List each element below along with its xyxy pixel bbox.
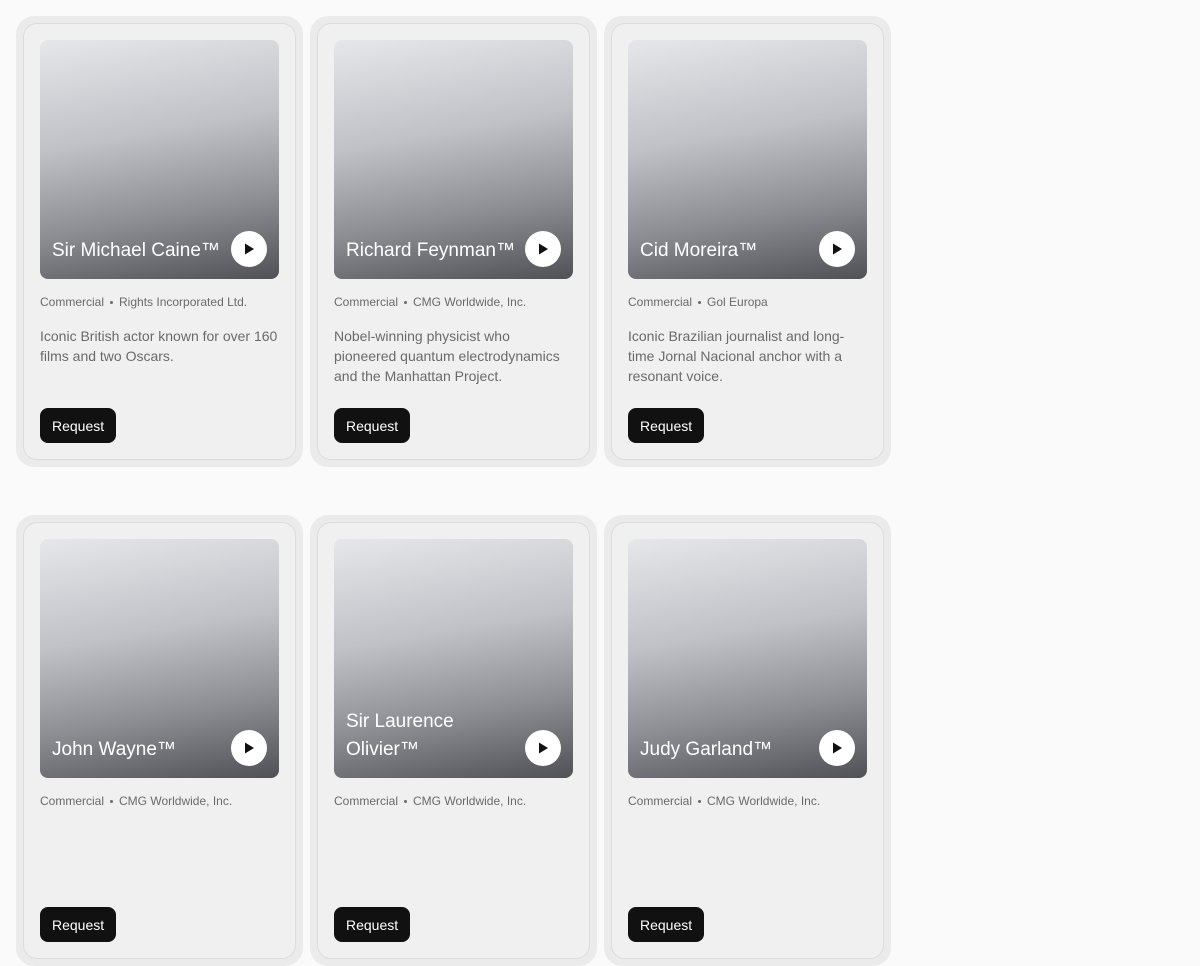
play-button[interactable] <box>525 231 561 267</box>
talent-agency: CMG Worldwide, Inc. <box>119 794 233 808</box>
talent-agency: Rights Incorporated Ltd. <box>119 295 248 309</box>
talent-meta: Commercial CMG Worldwide, Inc. <box>334 295 573 309</box>
request-button[interactable]: Request <box>40 408 117 443</box>
request-button[interactable]: Request <box>334 907 411 942</box>
separator-dot <box>698 300 702 304</box>
talent-meta: Commercial Gol Europa <box>628 295 867 309</box>
talent-description <box>628 825 867 885</box>
talent-name: Sir Laurence Olivier™ <box>346 711 454 760</box>
talent-agency: CMG Worldwide, Inc. <box>707 794 821 808</box>
talent-category: Commercial <box>334 295 399 309</box>
talent-card-inner: Sir Laurence Olivier™ Commercial CMG Wor… <box>317 522 590 959</box>
talent-category: Commercial <box>40 295 105 309</box>
talent-name: Judy Garland™ <box>640 739 773 760</box>
talent-grid: Sir Michael Caine™ Commercial Rights Inc… <box>16 16 891 966</box>
play-button[interactable] <box>231 730 267 766</box>
talent-description: Iconic Brazilian journalist and long-tim… <box>628 328 845 384</box>
talent-agency: CMG Worldwide, Inc. <box>413 295 527 309</box>
play-icon <box>539 742 548 754</box>
talent-meta: Commercial CMG Worldwide, Inc. <box>334 794 573 808</box>
talent-description <box>334 825 573 885</box>
talent-image: Richard Feynman™ <box>334 40 573 279</box>
talent-image: Sir Laurence Olivier™ <box>334 539 573 778</box>
talent-card: Sir Laurence Olivier™ Commercial CMG Wor… <box>310 515 597 966</box>
talent-image: Cid Moreira™ <box>628 40 867 279</box>
talent-category: Commercial <box>40 794 105 808</box>
talent-meta: Commercial CMG Worldwide, Inc. <box>628 794 867 808</box>
talent-category: Commercial <box>628 295 693 309</box>
talent-name: Richard Feynman™ <box>346 240 515 261</box>
talent-meta: Commercial CMG Worldwide, Inc. <box>40 794 279 808</box>
talent-card-inner: Cid Moreira™ Commercial Gol Europa Iconi… <box>611 23 884 460</box>
talent-category: Commercial <box>334 794 399 808</box>
request-button[interactable]: Request <box>40 907 117 942</box>
separator-dot <box>110 300 114 304</box>
play-icon <box>245 243 254 255</box>
talent-agency: CMG Worldwide, Inc. <box>413 794 527 808</box>
talent-card-inner: Judy Garland™ Commercial CMG Worldwide, … <box>611 522 884 959</box>
talent-image: John Wayne™ <box>40 539 279 778</box>
talent-card-inner: John Wayne™ Commercial CMG Worldwide, In… <box>23 522 296 959</box>
talent-card: Judy Garland™ Commercial CMG Worldwide, … <box>604 515 891 966</box>
play-button[interactable] <box>819 730 855 766</box>
play-icon <box>245 742 254 754</box>
talent-card: Sir Michael Caine™ Commercial Rights Inc… <box>16 16 303 467</box>
talent-category: Commercial <box>628 794 693 808</box>
talent-card: Richard Feynman™ Commercial CMG Worldwid… <box>310 16 597 467</box>
talent-image: Sir Michael Caine™ <box>40 40 279 279</box>
talent-image: Judy Garland™ <box>628 539 867 778</box>
talent-card: John Wayne™ Commercial CMG Worldwide, In… <box>16 515 303 966</box>
talent-name: Cid Moreira™ <box>640 240 758 261</box>
talent-name: John Wayne™ <box>52 739 176 760</box>
talent-meta: Commercial Rights Incorporated Ltd. <box>40 295 279 309</box>
talent-name: Sir Michael Caine™ <box>52 240 220 261</box>
talent-agency: Gol Europa <box>707 295 768 309</box>
talent-card: Cid Moreira™ Commercial Gol Europa Iconi… <box>604 16 891 467</box>
talent-description: Iconic British actor known for over 160 … <box>40 328 278 364</box>
request-button[interactable]: Request <box>334 408 411 443</box>
separator-dot <box>404 300 408 304</box>
request-button[interactable]: Request <box>628 907 705 942</box>
request-button[interactable]: Request <box>628 408 705 443</box>
talent-card-inner: Sir Michael Caine™ Commercial Rights Inc… <box>23 23 296 460</box>
play-button[interactable] <box>525 730 561 766</box>
talent-card-inner: Richard Feynman™ Commercial CMG Worldwid… <box>317 23 590 460</box>
talent-description <box>40 825 279 885</box>
play-icon <box>539 243 548 255</box>
play-icon <box>833 742 842 754</box>
talent-description: Nobel-winning physicist who pioneered qu… <box>334 328 560 384</box>
play-icon <box>833 243 842 255</box>
play-button[interactable] <box>819 231 855 267</box>
play-button[interactable] <box>231 231 267 267</box>
